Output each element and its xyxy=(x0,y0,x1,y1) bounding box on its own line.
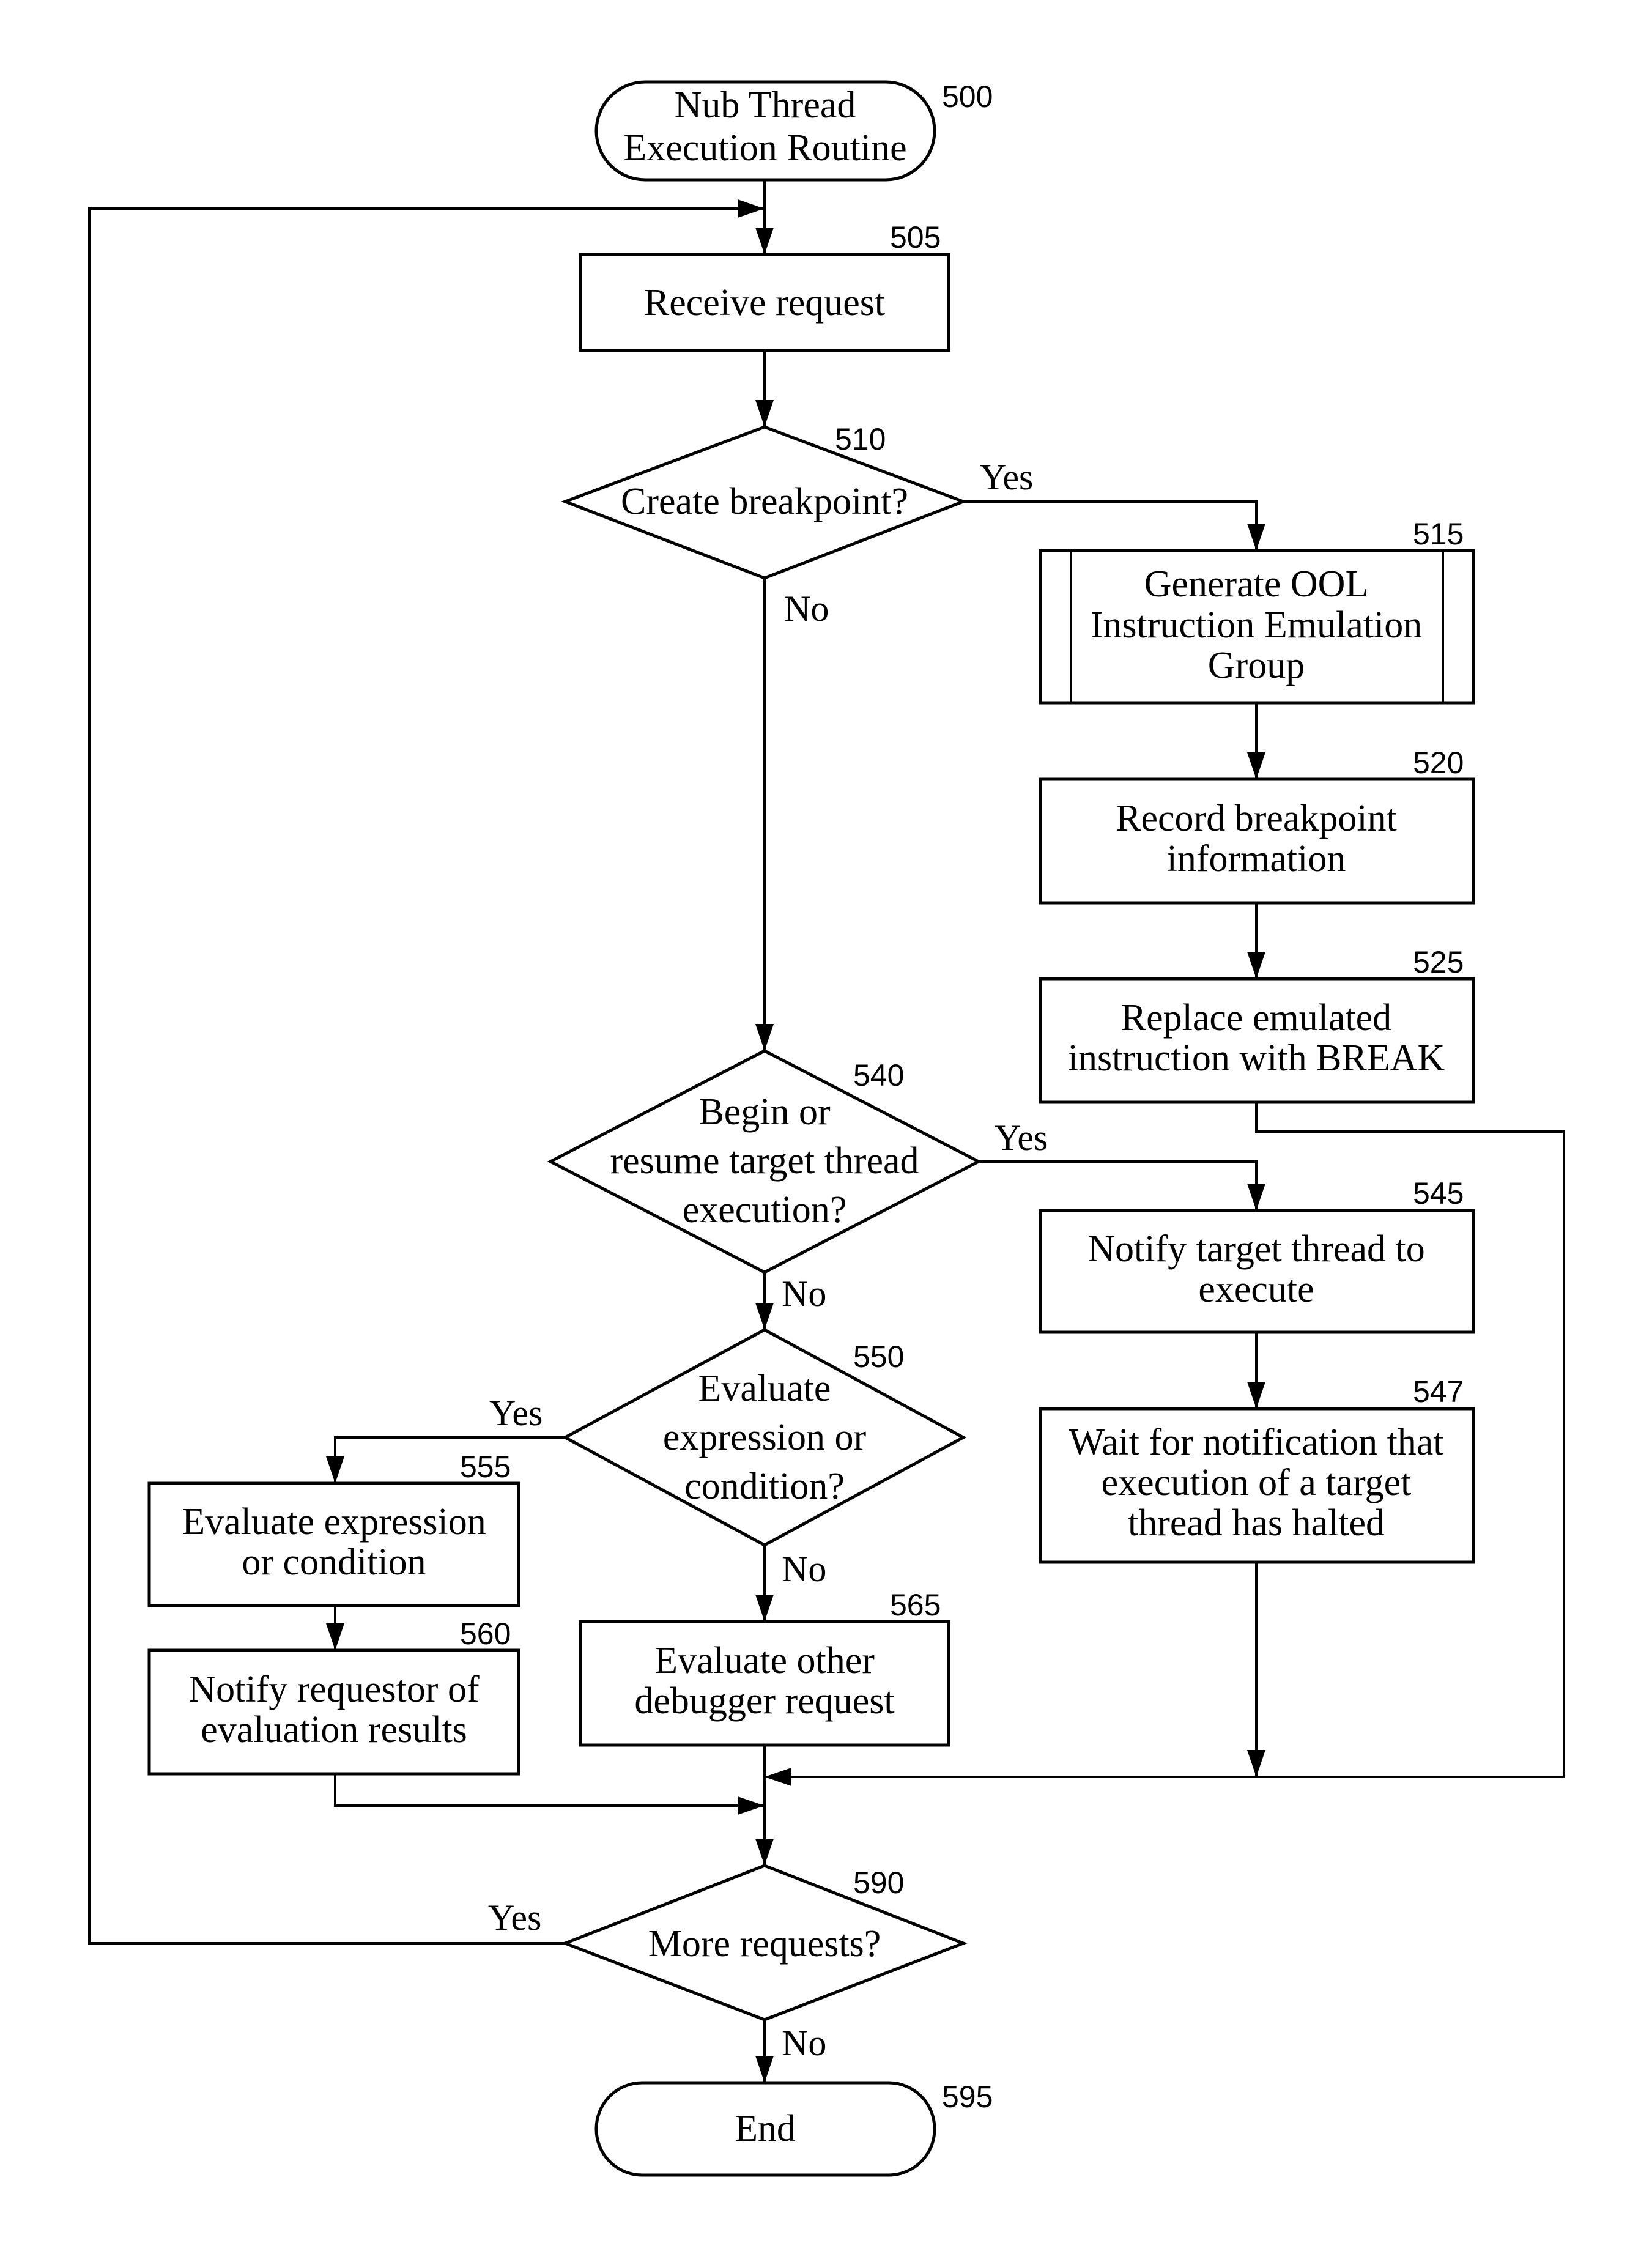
branch-510-no: No xyxy=(784,588,829,629)
ref-525: 525 xyxy=(1413,945,1464,979)
ref-520: 520 xyxy=(1413,746,1464,780)
node-590-line-1: More requests? xyxy=(648,1923,881,1965)
edge-560-merge xyxy=(334,1774,765,1815)
branch-550-no: No xyxy=(782,1549,826,1589)
ref-565: 565 xyxy=(890,1588,941,1622)
node-545-line-1: Notify target thread to xyxy=(1087,1228,1425,1270)
branch-590-yes: Yes xyxy=(488,1897,541,1938)
edge-510-yes-515 xyxy=(963,500,1265,551)
node-515-line-1: Generate OOL xyxy=(1144,563,1369,605)
node-595-end: End 595 xyxy=(594,2080,993,2177)
node-590-more-requests: More requests? 590 Yes No xyxy=(488,1864,968,2063)
node-547-line-3: thread has halted xyxy=(1128,1502,1385,1544)
node-565-line-2: debugger request xyxy=(634,1680,894,1722)
node-550-line-3: condition? xyxy=(684,1466,845,1507)
node-560-line-1: Notify requestor of xyxy=(188,1669,480,1710)
node-555-line-1: Evaluate expression xyxy=(182,1501,486,1543)
node-540-line-3: execution? xyxy=(683,1189,847,1231)
node-550-line-1: Evaluate xyxy=(698,1368,831,1409)
node-560-line-2: evaluation results xyxy=(201,1709,467,1751)
node-555-line-2: or condition xyxy=(242,1541,426,1583)
ref-555: 555 xyxy=(460,1450,511,1484)
node-500-line-2: Execution Routine xyxy=(623,127,906,169)
edge-540-yes-545 xyxy=(979,1160,1265,1210)
branch-540-yes: Yes xyxy=(995,1118,1048,1158)
node-525-line-1: Replace emulated xyxy=(1121,997,1391,1039)
node-510-create-breakpoint: Create breakpoint? 510 Yes No xyxy=(560,422,1033,629)
branch-510-yes: Yes xyxy=(980,457,1033,497)
branch-550-yes: Yes xyxy=(489,1393,543,1433)
branch-540-no: No xyxy=(782,1274,826,1314)
node-550-line-2: expression or xyxy=(663,1417,867,1458)
ref-540: 540 xyxy=(853,1058,904,1092)
node-525-line-2: instruction with BREAK xyxy=(1068,1037,1445,1079)
ref-500: 500 xyxy=(942,80,993,114)
node-520-line-2: information xyxy=(1167,838,1346,880)
node-520-line-1: Record breakpoint xyxy=(1116,798,1397,839)
node-547-line-1: Wait for notification that xyxy=(1069,1422,1443,1463)
node-540-line-1: Begin or xyxy=(698,1091,831,1133)
branch-590-no: No xyxy=(782,2023,826,2063)
node-595-line-1: End xyxy=(735,2108,796,2149)
node-510-line-1: Create breakpoint? xyxy=(621,481,908,522)
node-515-line-2: Instruction Emulation xyxy=(1091,604,1422,646)
flowchart: Nub Thread Execution Routine 500 Receive… xyxy=(88,80,1565,2177)
ref-515: 515 xyxy=(1413,517,1464,551)
ref-550: 550 xyxy=(853,1340,904,1374)
node-505-line-1: Receive request xyxy=(644,282,885,324)
ref-545: 545 xyxy=(1413,1176,1464,1210)
node-540-begin-resume: Begin or resume target thread execution?… xyxy=(547,1049,1048,1314)
node-515-line-3: Group xyxy=(1208,645,1305,686)
node-547-line-2: execution of a target xyxy=(1102,1462,1412,1503)
ref-505: 505 xyxy=(890,220,941,254)
node-500-start: Nub Thread Execution Routine 500 xyxy=(594,80,993,182)
ref-560: 560 xyxy=(460,1617,511,1651)
node-540-line-2: resume target thread xyxy=(610,1140,919,1182)
node-550-evaluate-expression: Evaluate expression or condition? 550 Ye… xyxy=(489,1328,967,1589)
ref-510: 510 xyxy=(835,422,886,456)
edge-550-yes-555 xyxy=(326,1436,565,1483)
node-500-line-1: Nub Thread xyxy=(675,84,856,126)
node-545-line-2: execute xyxy=(1198,1269,1314,1310)
ref-595: 595 xyxy=(942,2080,993,2114)
ref-590: 590 xyxy=(853,1866,904,1900)
ref-547: 547 xyxy=(1413,1374,1464,1409)
node-565-line-1: Evaluate other xyxy=(654,1640,875,1681)
